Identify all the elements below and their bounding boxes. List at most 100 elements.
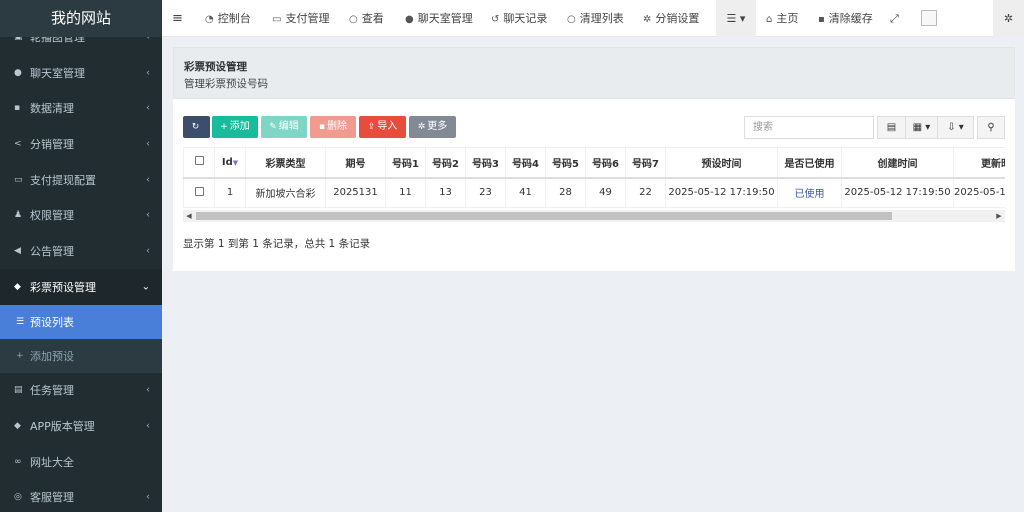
- users-icon: ♟: [14, 210, 23, 221]
- bullhorn-icon: ◀: [14, 245, 21, 256]
- edit-button[interactable]: ✎ 编辑: [261, 116, 307, 138]
- sidebar-item-label: 公告管理: [30, 244, 74, 258]
- table-row[interactable]: 1 新加坡六合彩 2025131 11 13 23 41 28 49 22 20…: [183, 177, 1005, 208]
- column-header[interactable]: 创建时间: [841, 147, 954, 179]
- select-all-cell[interactable]: [183, 147, 215, 179]
- select-all-checkbox[interactable]: [194, 156, 204, 166]
- sidebar-item-lottery-preset[interactable]: ◆ 彩票预设管理 ⌄: [0, 268, 162, 305]
- table-cell: 2025-05-12 17:19:50: [665, 177, 778, 208]
- column-header[interactable]: 号码3: [465, 147, 506, 179]
- fullscreen-icon[interactable]: ⤢: [890, 0, 899, 37]
- toggle-view-button[interactable]: ▤: [877, 116, 906, 139]
- chevron-left-icon: ‹: [146, 420, 150, 432]
- refresh-button[interactable]: ↻: [183, 116, 210, 138]
- row-select-cell[interactable]: [183, 177, 215, 208]
- column-header[interactable]: 是否已使用: [777, 147, 842, 179]
- sidebar-item-permissions[interactable]: ♟ 权限管理 ‹: [0, 197, 162, 233]
- sidebar-item-announcements[interactable]: ◀ 公告管理 ‹: [0, 233, 162, 269]
- horizontal-scrollbar[interactable]: ◀ ▶: [183, 210, 1005, 222]
- tag-icon: ◆: [14, 281, 21, 292]
- column-header-id[interactable]: Id▼: [214, 147, 246, 179]
- sidebar-item-customer-service[interactable]: ◎ 客服管理 ‹: [0, 480, 162, 512]
- page-title: 彩票预设管理: [184, 61, 247, 73]
- sidebar-item-app-version[interactable]: ◆ APP版本管理 ‹: [0, 408, 162, 444]
- sidebar-item-urls[interactable]: ∞ 网址大全: [0, 444, 162, 480]
- scroll-right-icon[interactable]: ▶: [993, 210, 1005, 222]
- add-button[interactable]: + 添加: [212, 116, 258, 138]
- chevron-left-icon: ‹: [146, 174, 150, 186]
- delete-button[interactable]: ▪ 删除: [310, 116, 356, 138]
- headset-icon: ◎: [14, 492, 22, 503]
- sidebar-item-chatroom[interactable]: ● 聊天室管理 ‹: [0, 55, 162, 91]
- column-header[interactable]: 期号: [325, 147, 386, 179]
- sidebar-submenu: ☰ 预设列表 + 添加预设: [0, 304, 162, 373]
- settings-icon[interactable]: ✲: [993, 0, 1024, 37]
- table-cell: 23: [465, 177, 506, 208]
- tab-label: 支付管理: [285, 12, 330, 25]
- column-header[interactable]: 号码2: [425, 147, 466, 179]
- page-subtitle: 管理彩票预设号码: [184, 78, 268, 90]
- column-header[interactable]: 号码4: [505, 147, 546, 179]
- sidebar: ▣轮播图管理‹ ●聊天室管理‹ ▪数据清理‹ <分销管理‹ ▭支付提现配置‹ ♟…: [0, 0, 162, 512]
- column-header[interactable]: 号码7: [625, 147, 666, 179]
- tab-distribution-settings[interactable]: ✲ 分销设置: [643, 0, 699, 37]
- table-cell: 1: [214, 177, 246, 208]
- tab-chat-history[interactable]: ↺ 聊天记录: [491, 0, 547, 37]
- import-button[interactable]: ⇪ 导入: [359, 116, 406, 138]
- sidebar-item-preset-list[interactable]: ☰ 预设列表: [0, 304, 162, 339]
- sidebar-item-label: 分销管理: [30, 137, 74, 151]
- search-input[interactable]: [744, 116, 874, 139]
- sidebar-item-data-clean[interactable]: ▪ 数据清理 ‹: [0, 90, 162, 126]
- clear-cache-button[interactable]: ▪ 清除缓存: [818, 0, 873, 37]
- table-cell: 13: [425, 177, 466, 208]
- chat-icon: ●: [405, 14, 414, 25]
- chevron-left-icon: ‹: [146, 491, 150, 503]
- edit-label: 编辑: [278, 121, 299, 132]
- sidebar-item-label: 彩票预设管理: [30, 280, 96, 294]
- tab-label: 清理列表: [579, 12, 624, 25]
- sidebar-toggle-icon[interactable]: ≡: [172, 0, 183, 37]
- home-icon: ⌂: [766, 14, 773, 25]
- android-icon: ◆: [14, 421, 21, 432]
- tab-payment[interactable]: ▭ 支付管理: [272, 0, 329, 37]
- history-icon: ↺: [491, 14, 500, 25]
- sidebar-item-distribution[interactable]: < 分销管理 ‹: [0, 126, 162, 162]
- sidebar-item-label: 预设列表: [30, 315, 74, 329]
- sidebar-item-payment-config[interactable]: ▭ 支付提现配置 ‹: [0, 162, 162, 198]
- column-header[interactable]: 彩票类型: [245, 147, 326, 179]
- clear-cache-label: 清除缓存: [828, 12, 873, 25]
- tab-clean-list[interactable]: ○ 清理列表: [567, 0, 624, 37]
- column-header[interactable]: 预设时间: [665, 147, 778, 179]
- scroll-left-icon[interactable]: ◀: [183, 210, 195, 222]
- column-header[interactable]: 号码6: [585, 147, 626, 179]
- home-link[interactable]: ⌂ 主页: [766, 0, 798, 37]
- search-button[interactable]: ⚲: [977, 116, 1005, 139]
- link-icon: ∞: [14, 456, 22, 467]
- tab-chatroom[interactable]: ● 聊天室管理: [405, 0, 473, 37]
- sidebar-item-add-preset[interactable]: + 添加预设: [0, 339, 162, 373]
- chevron-left-icon: ‹: [146, 67, 150, 79]
- scrollbar-thumb[interactable]: [196, 212, 892, 220]
- table-cell: 49: [585, 177, 626, 208]
- more-button[interactable]: ✲ 更多: [409, 116, 456, 138]
- share-icon: <: [14, 138, 22, 149]
- plus-icon: +: [16, 350, 24, 361]
- tab-label: 聊天记录: [503, 12, 548, 25]
- row-checkbox[interactable]: [194, 186, 204, 196]
- gear-icon: ✲: [417, 122, 426, 132]
- sidebar-item-tasks[interactable]: ▤ 任务管理 ‹: [0, 373, 162, 409]
- avatar[interactable]: [921, 10, 937, 26]
- trash-icon: ▪: [818, 14, 825, 25]
- brand-logo[interactable]: 我的网站: [0, 0, 162, 37]
- tab-dashboard[interactable]: ◔ 控制台: [205, 0, 251, 37]
- sidebar-menu: ▣轮播图管理‹ ●聊天室管理‹ ▪数据清理‹ <分销管理‹ ▭支付提现配置‹ ♟…: [0, 19, 162, 512]
- sidebar-item-label: 数据清理: [30, 102, 74, 116]
- tab-view[interactable]: ○ 查看: [349, 0, 384, 37]
- more-tabs-dropdown[interactable]: ☰ ▾: [716, 0, 756, 37]
- export-dropdown[interactable]: ⇩ ▾: [937, 116, 974, 139]
- column-header[interactable]: 更新时间: [953, 147, 1005, 179]
- column-header[interactable]: 号码5: [545, 147, 586, 179]
- column-header[interactable]: 号码1: [385, 147, 426, 179]
- columns-dropdown[interactable]: ▦ ▾: [905, 116, 938, 139]
- table-cell: 2025131: [325, 177, 386, 208]
